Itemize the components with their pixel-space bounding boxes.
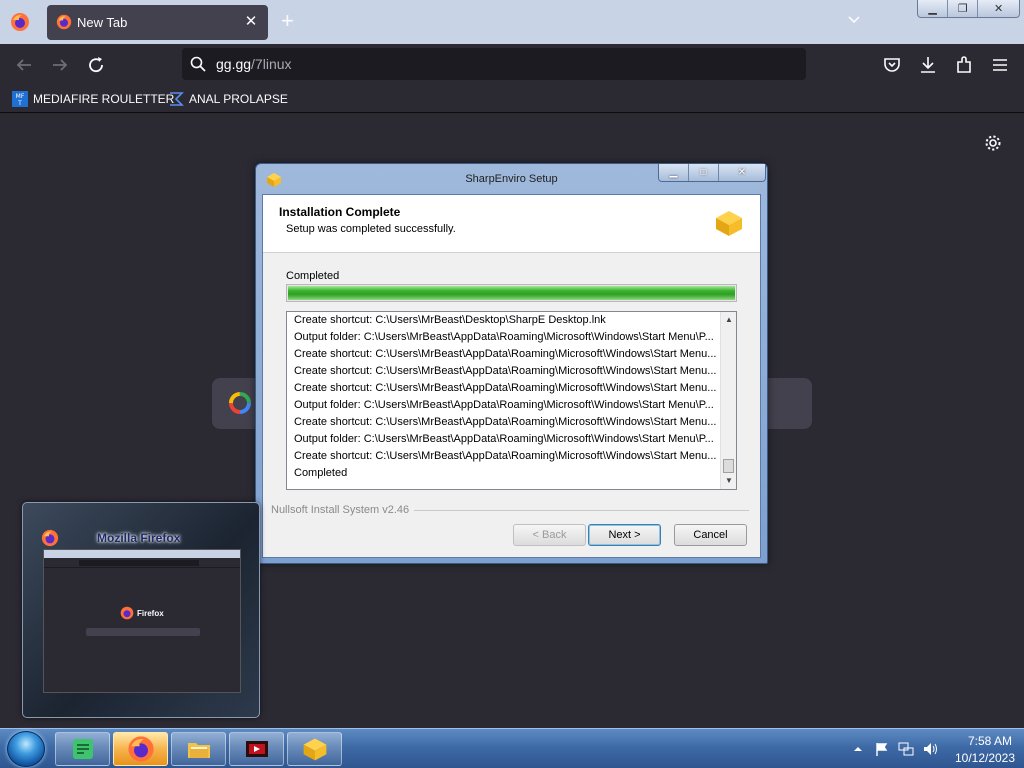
taskbar-media-app[interactable] <box>229 732 284 766</box>
volume-icon[interactable] <box>922 741 938 757</box>
log-list: Create shortcut: C:\Users\MrBeast\Deskto… <box>287 312 722 482</box>
hamburger-menu-icon[interactable] <box>989 54 1011 76</box>
package-icon <box>716 211 742 236</box>
dialog-body: Installation Complete Setup was complete… <box>262 194 761 558</box>
bookmark-mediafire-rouletter[interactable]: MF T MEDIAFIRE ROULETTER <box>12 90 174 108</box>
status-label: Completed <box>286 270 340 282</box>
close-button[interactable]: ✕ <box>978 0 1019 17</box>
firefox-icon <box>120 606 134 620</box>
next-button[interactable]: Next > <box>588 524 661 546</box>
mediafire-icon: MFT <box>12 91 28 107</box>
google-icon <box>229 392 251 414</box>
clock-time[interactable]: 7:58 AM <box>960 734 1020 748</box>
scroll-thumb[interactable] <box>723 459 734 473</box>
svg-text:T: T <box>17 100 22 107</box>
header-subtitle: Setup was completed successfully. <box>286 223 456 235</box>
sigma-icon <box>170 92 184 106</box>
log-line: Create shortcut: C:\Users\MrBeast\AppDat… <box>294 450 717 462</box>
pocket-icon[interactable] <box>881 54 903 76</box>
network-icon[interactable] <box>898 741 914 757</box>
media-app-icon <box>245 741 268 757</box>
thumbnail-search-box <box>86 628 200 636</box>
minimize-button[interactable]: ▁ <box>918 0 949 17</box>
preview-title: Mozilla Firefox <box>97 531 181 545</box>
chevron-down-icon[interactable] <box>846 12 862 28</box>
taskbar-thumbnail-preview[interactable]: Mozilla Firefox Firefox <box>22 502 260 718</box>
firefox-icon[interactable] <box>10 12 30 32</box>
taskbar-sharpenviro-setup[interactable] <box>287 732 342 766</box>
preview-thumbnail: Firefox <box>43 549 241 693</box>
scroll-up-icon[interactable]: ▲ <box>721 312 736 328</box>
cancel-button[interactable]: Cancel <box>674 524 747 546</box>
minimize-button[interactable]: ▁ <box>659 164 689 181</box>
back-arrow-icon[interactable] <box>13 54 35 76</box>
header-title: Installation Complete <box>279 205 401 219</box>
scroll-down-icon[interactable]: ▼ <box>721 473 736 489</box>
close-tab-icon[interactable]: ✕ <box>242 12 260 32</box>
clock-date[interactable]: 10/12/2023 <box>951 751 1019 765</box>
address-bar[interactable]: gg.gg/7linux <box>182 48 806 80</box>
taskbar-firefox[interactable] <box>113 732 168 766</box>
installer-dialog: SharpEnviro Setup ▁ □ ✕ Installation Com… <box>255 163 768 564</box>
svg-text:MF: MF <box>16 93 25 100</box>
system-tray: 7:58 AM 10/12/2023 <box>850 729 1020 768</box>
log-line: Output folder: C:\Users\MrBeast\AppData\… <box>294 331 714 343</box>
url-path: /7linux <box>251 56 292 72</box>
log-line: Completed <box>294 467 348 479</box>
close-button[interactable]: ✕ <box>718 164 765 181</box>
log-line: Create shortcut: C:\Users\MrBeast\AppDat… <box>294 365 717 377</box>
installer-branding: Nullsoft Install System v2.46 <box>271 504 410 516</box>
maximize-button[interactable]: □ <box>688 164 719 181</box>
file-explorer-icon <box>187 743 210 758</box>
url-host: gg.gg <box>216 56 252 72</box>
start-button[interactable] <box>7 731 45 767</box>
divider <box>414 510 749 511</box>
thumbnail-logo-text: Firefox <box>137 608 164 618</box>
thumbnail-logo: Firefox <box>120 606 164 620</box>
back-button[interactable]: < Back <box>513 524 586 546</box>
firefox-icon <box>41 529 59 547</box>
reload-icon[interactable] <box>85 54 107 76</box>
new-tab-button[interactable]: + <box>281 9 294 33</box>
firefox-icon <box>56 14 72 30</box>
gear-icon[interactable] <box>984 134 1002 152</box>
dialog-header: Installation Complete Setup was complete… <box>263 195 760 253</box>
log-line: Output folder: C:\Users\MrBeast\AppData\… <box>294 433 714 445</box>
log-line: Create shortcut: C:\Users\MrBeast\AppDat… <box>294 416 717 428</box>
forward-arrow-icon[interactable] <box>49 54 71 76</box>
log-line: Create shortcut: C:\Users\MrBeast\Deskto… <box>294 314 606 326</box>
install-log[interactable]: Create shortcut: C:\Users\MrBeast\Deskto… <box>286 311 737 490</box>
search-icon <box>190 56 206 72</box>
taskbar-file-explorer[interactable] <box>171 732 226 766</box>
log-line: Create shortcut: C:\Users\MrBeast\AppDat… <box>294 348 717 360</box>
download-icon[interactable] <box>917 54 939 76</box>
thumbnail-tab-strip <box>44 550 240 558</box>
log-line: Output folder: C:\Users\MrBeast\AppData\… <box>294 399 714 411</box>
bookmark-label: ANAL PROLAPSE <box>189 92 288 106</box>
bookmark-anal-prolapse[interactable]: ANAL PROLAPSE <box>168 90 288 108</box>
dialog-window-controls: ▁ □ ✕ <box>658 164 766 182</box>
restore-button[interactable]: ❐ <box>948 0 979 17</box>
firefox-icon <box>127 736 154 762</box>
show-hidden-icons-icon[interactable] <box>850 741 866 757</box>
sticky-notes-icon <box>72 739 93 759</box>
extensions-icon[interactable] <box>953 54 975 76</box>
progress-fill <box>288 286 735 300</box>
log-scrollbar[interactable]: ▲ ▼ <box>720 312 736 489</box>
navigation-toolbar: gg.gg/7linux <box>0 44 1024 85</box>
bookmarks-toolbar: MF T MEDIAFIRE ROULETTER ANAL PROLAPSE <box>0 85 1024 113</box>
tab-new-tab[interactable]: New Tab ✕ <box>47 5 268 40</box>
sharpenviro-setup-icon <box>303 738 326 761</box>
url-text: gg.gg/7linux <box>216 56 292 72</box>
progress-bar <box>286 284 737 302</box>
windows-taskbar: 7:58 AM 10/12/2023 <box>0 728 1024 768</box>
bookmark-label: MEDIAFIRE ROULETTER <box>33 92 175 106</box>
log-line: Create shortcut: C:\Users\MrBeast\AppDat… <box>294 382 717 394</box>
taskbar-sticky-notes[interactable] <box>55 732 110 766</box>
action-center-flag-icon[interactable] <box>874 741 890 757</box>
thumbnail-address-bar <box>79 560 199 566</box>
tab-title: New Tab <box>77 15 128 30</box>
window-controls: ▁ ❐ ✕ <box>917 0 1020 18</box>
browser-tab-bar: New Tab ✕ + ▁ ❐ ✕ <box>0 0 1024 44</box>
